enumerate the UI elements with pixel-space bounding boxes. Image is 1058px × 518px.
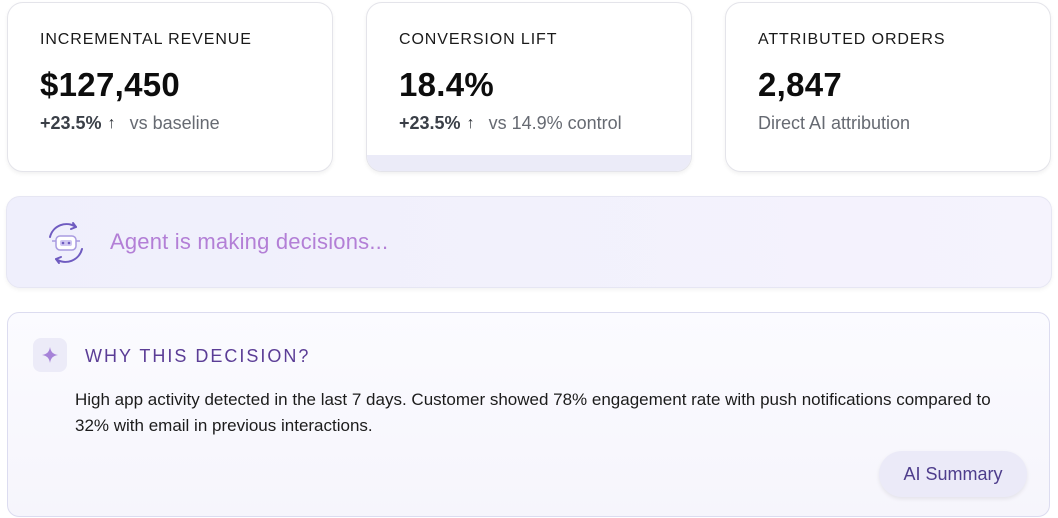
why-decision-body: High app activity detected in the last 7…	[75, 390, 991, 435]
metric-card-attributed-orders: ATTRIBUTED ORDERS 2,847 Direct AI attrib…	[725, 2, 1051, 172]
metric-note: Direct AI attribution	[758, 113, 911, 133]
metric-subtext: Direct AI attribution	[758, 113, 1050, 134]
metric-value: 18.4%	[399, 66, 495, 103]
arrow-up-icon: ↑	[107, 114, 116, 132]
card-footer-band	[367, 155, 691, 171]
metric-value: 2,847	[758, 66, 843, 103]
agent-status-text: Agent is making decisions...	[110, 229, 389, 254]
metric-card-incremental-revenue: INCREMENTAL REVENUE $127,450 +23.5% ↑ vs…	[7, 2, 333, 172]
robot-refresh-icon	[40, 217, 92, 269]
metric-label: CONVERSION LIFT	[399, 31, 558, 48]
metric-subtext: +23.5% ↑ vs 14.9% control	[399, 113, 691, 134]
metric-label: ATTRIBUTED ORDERS	[758, 31, 946, 48]
metric-card-conversion-lift: CONVERSION LIFT 18.4% +23.5% ↑ vs 14.9% …	[366, 2, 692, 172]
agent-status-banner: Agent is making decisions...	[6, 196, 1052, 288]
why-decision-panel: WHY THIS DECISION? High app activity det…	[7, 312, 1050, 517]
metric-delta: +23.5%	[399, 113, 461, 133]
metric-subtext: +23.5% ↑ vs baseline	[40, 113, 332, 134]
metric-label: INCREMENTAL REVENUE	[40, 31, 252, 48]
metric-note: vs 14.9% control	[488, 113, 622, 133]
metric-note: vs baseline	[129, 113, 220, 133]
ai-summary-button[interactable]: AI Summary	[879, 451, 1027, 497]
metric-value: $127,450	[40, 66, 181, 103]
why-decision-title: WHY THIS DECISION?	[85, 346, 311, 366]
sparkle-icon	[33, 338, 67, 372]
metric-delta: +23.5%	[40, 113, 102, 133]
arrow-up-icon: ↑	[466, 114, 475, 132]
